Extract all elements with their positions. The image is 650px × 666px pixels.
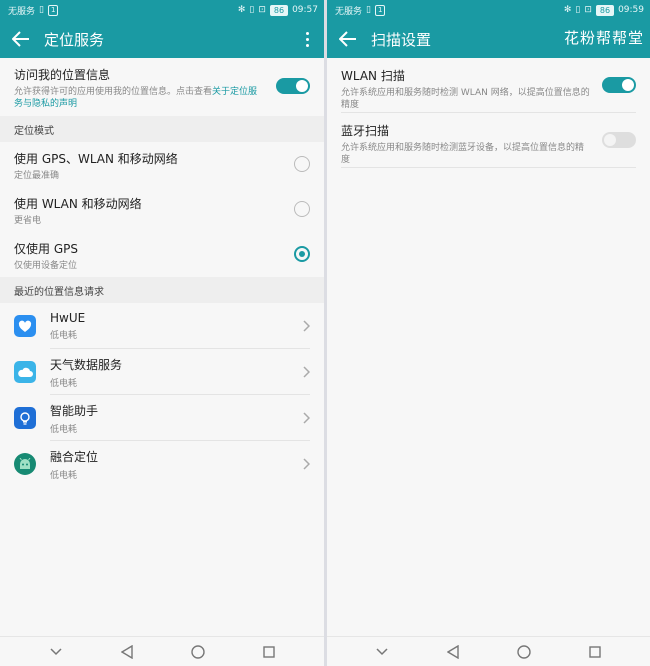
- recent-requests-header: 最近的位置信息请求: [0, 277, 324, 303]
- app-name: HwUE: [50, 311, 86, 325]
- app-row-fused-location[interactable]: 融合定位 低电耗: [0, 441, 324, 487]
- top-bar: 无服务 ▯ 1 ✻ ▯ ⊡ 86 09:59 扫描设置 花粉帮帮堂: [327, 0, 650, 58]
- hide-nav-chevron-down-icon[interactable]: [372, 642, 392, 662]
- sim-icon: ▯: [39, 5, 44, 15]
- alarm-icon: ✻: [563, 5, 572, 15]
- bluetooth-scan-desc: 允许系统应用和服务随时检测蓝牙设备，以提高位置信息的精度: [341, 143, 585, 165]
- android-robot-icon: [14, 453, 36, 475]
- app-name: 智能助手: [50, 403, 99, 418]
- divider: [341, 167, 636, 168]
- nav-back-icon[interactable]: [117, 642, 137, 662]
- app-usage: 低电耗: [50, 378, 78, 389]
- carrier-label: 无服务: [335, 6, 363, 17]
- navigation-bar: [0, 636, 324, 666]
- app-usage: 低电耗: [50, 331, 78, 341]
- back-arrow-icon[interactable]: [10, 28, 32, 50]
- bluetooth-scan-toggle[interactable]: [602, 132, 636, 148]
- mode-radio-gps-wlan-mobile[interactable]: [294, 156, 310, 172]
- battery-indicator: 86: [269, 4, 289, 16]
- nav-back-icon[interactable]: [443, 642, 463, 662]
- weather-cloud-icon: [14, 361, 36, 383]
- mode-title: 使用 GPS、WLAN 和移动网络: [14, 152, 178, 166]
- wlan-scan-row[interactable]: WLAN 扫描 允许系统应用和服务随时检测 WLAN 网络，以提高位置信息的精度: [327, 58, 650, 112]
- chevron-right-icon: [303, 320, 310, 332]
- watermark: 花粉帮帮堂: [563, 29, 644, 47]
- mode-radio-wlan-mobile[interactable]: [294, 201, 310, 217]
- mode-radio-gps-only[interactable]: [294, 246, 310, 262]
- mode-title: 仅使用 GPS: [14, 242, 78, 256]
- app-usage: 低电耗: [50, 470, 78, 481]
- lock-icon: ⊡: [258, 5, 266, 15]
- sim-icon: ▯: [366, 5, 371, 15]
- smart-assistant-bulb-icon: [14, 407, 36, 429]
- mode-option-gps-only[interactable]: 仅使用 GPS 仅使用设备定位: [0, 232, 324, 277]
- mode-subtitle: 定位最准确: [14, 171, 60, 181]
- app-row-smart-assistant[interactable]: 智能助手 低电耗: [0, 395, 324, 441]
- scan-settings-screen: 无服务 ▯ 1 ✻ ▯ ⊡ 86 09:59 扫描设置 花粉帮帮堂 WLAN 扫…: [327, 0, 650, 666]
- nav-recents-icon[interactable]: [585, 642, 605, 662]
- vibrate-icon: ▯: [249, 5, 255, 15]
- mode-option-gps-wlan-mobile[interactable]: 使用 GPS、WLAN 和移动网络 定位最准确: [0, 142, 324, 187]
- location-services-screen: 无服务 ▯ 1 ✻ ▯ ⊡ 86 09:57 定位服务 访问我的位置信息 允许获…: [0, 0, 324, 666]
- notification-badge: 1: [47, 4, 59, 16]
- page-title: 定位服务: [44, 30, 105, 49]
- nav-recents-icon[interactable]: [259, 642, 279, 662]
- wlan-scan-toggle[interactable]: [602, 77, 636, 93]
- chevron-right-icon: [303, 458, 310, 470]
- bluetooth-scan-title: 蓝牙扫描: [341, 124, 390, 138]
- battery-indicator: 86: [595, 4, 615, 16]
- mode-subtitle: 更省电: [14, 216, 42, 226]
- clock: 09:59: [618, 5, 644, 15]
- app-usage: 低电耗: [50, 424, 78, 435]
- back-arrow-icon[interactable]: [337, 28, 359, 50]
- bluetooth-scan-row[interactable]: 蓝牙扫描 允许系统应用和服务随时检测蓝牙设备，以提高位置信息的精度: [327, 113, 650, 167]
- wlan-scan-desc: 允许系统应用和服务随时检测 WLAN 网络，以提高位置信息的精度: [341, 88, 590, 110]
- access-location-row[interactable]: 访问我的位置信息 允许获得许可的应用使用我的位置信息。点击查看关于定位服务与隐私…: [0, 58, 324, 116]
- access-location-desc-text: 允许获得许可的应用使用我的位置信息。点击查看: [14, 87, 213, 97]
- wlan-scan-title: WLAN 扫描: [341, 69, 405, 83]
- hwue-heart-icon: [14, 315, 36, 337]
- nav-home-icon[interactable]: [514, 642, 534, 662]
- app-row-hwue[interactable]: HwUE 低电耗: [0, 303, 324, 349]
- status-bar: 无服务 ▯ 1 ✻ ▯ ⊡ 86 09:57: [0, 0, 324, 20]
- carrier-label: 无服务: [8, 6, 36, 17]
- status-bar: 无服务 ▯ 1 ✻ ▯ ⊡ 86 09:59: [327, 0, 650, 20]
- app-row-weather[interactable]: 天气数据服务 低电耗: [0, 349, 324, 395]
- hide-nav-chevron-down-icon[interactable]: [46, 642, 66, 662]
- access-location-desc: 允许获得许可的应用使用我的位置信息。点击查看关于定位服务与隐私的声明: [14, 86, 262, 110]
- app-name: 天气数据服务: [50, 357, 123, 372]
- clock: 09:57: [292, 5, 318, 15]
- alarm-icon: ✻: [237, 5, 246, 15]
- more-options-icon[interactable]: [300, 31, 314, 47]
- vibrate-icon: ▯: [575, 5, 581, 15]
- access-location-title: 访问我的位置信息: [14, 68, 111, 82]
- top-bar: 无服务 ▯ 1 ✻ ▯ ⊡ 86 09:57 定位服务: [0, 0, 324, 58]
- access-location-toggle[interactable]: [276, 78, 310, 94]
- app-name: 融合定位: [50, 449, 99, 464]
- mode-title: 使用 WLAN 和移动网络: [14, 197, 142, 211]
- nav-home-icon[interactable]: [188, 642, 208, 662]
- location-mode-header: 定位模式: [0, 116, 324, 142]
- mode-subtitle: 仅使用设备定位: [14, 261, 78, 271]
- mode-option-wlan-mobile[interactable]: 使用 WLAN 和移动网络 更省电: [0, 187, 324, 232]
- lock-icon: ⊡: [584, 5, 592, 15]
- notification-badge: 1: [374, 4, 386, 16]
- chevron-right-icon: [303, 366, 310, 378]
- navigation-bar: [327, 636, 650, 666]
- chevron-right-icon: [303, 412, 310, 424]
